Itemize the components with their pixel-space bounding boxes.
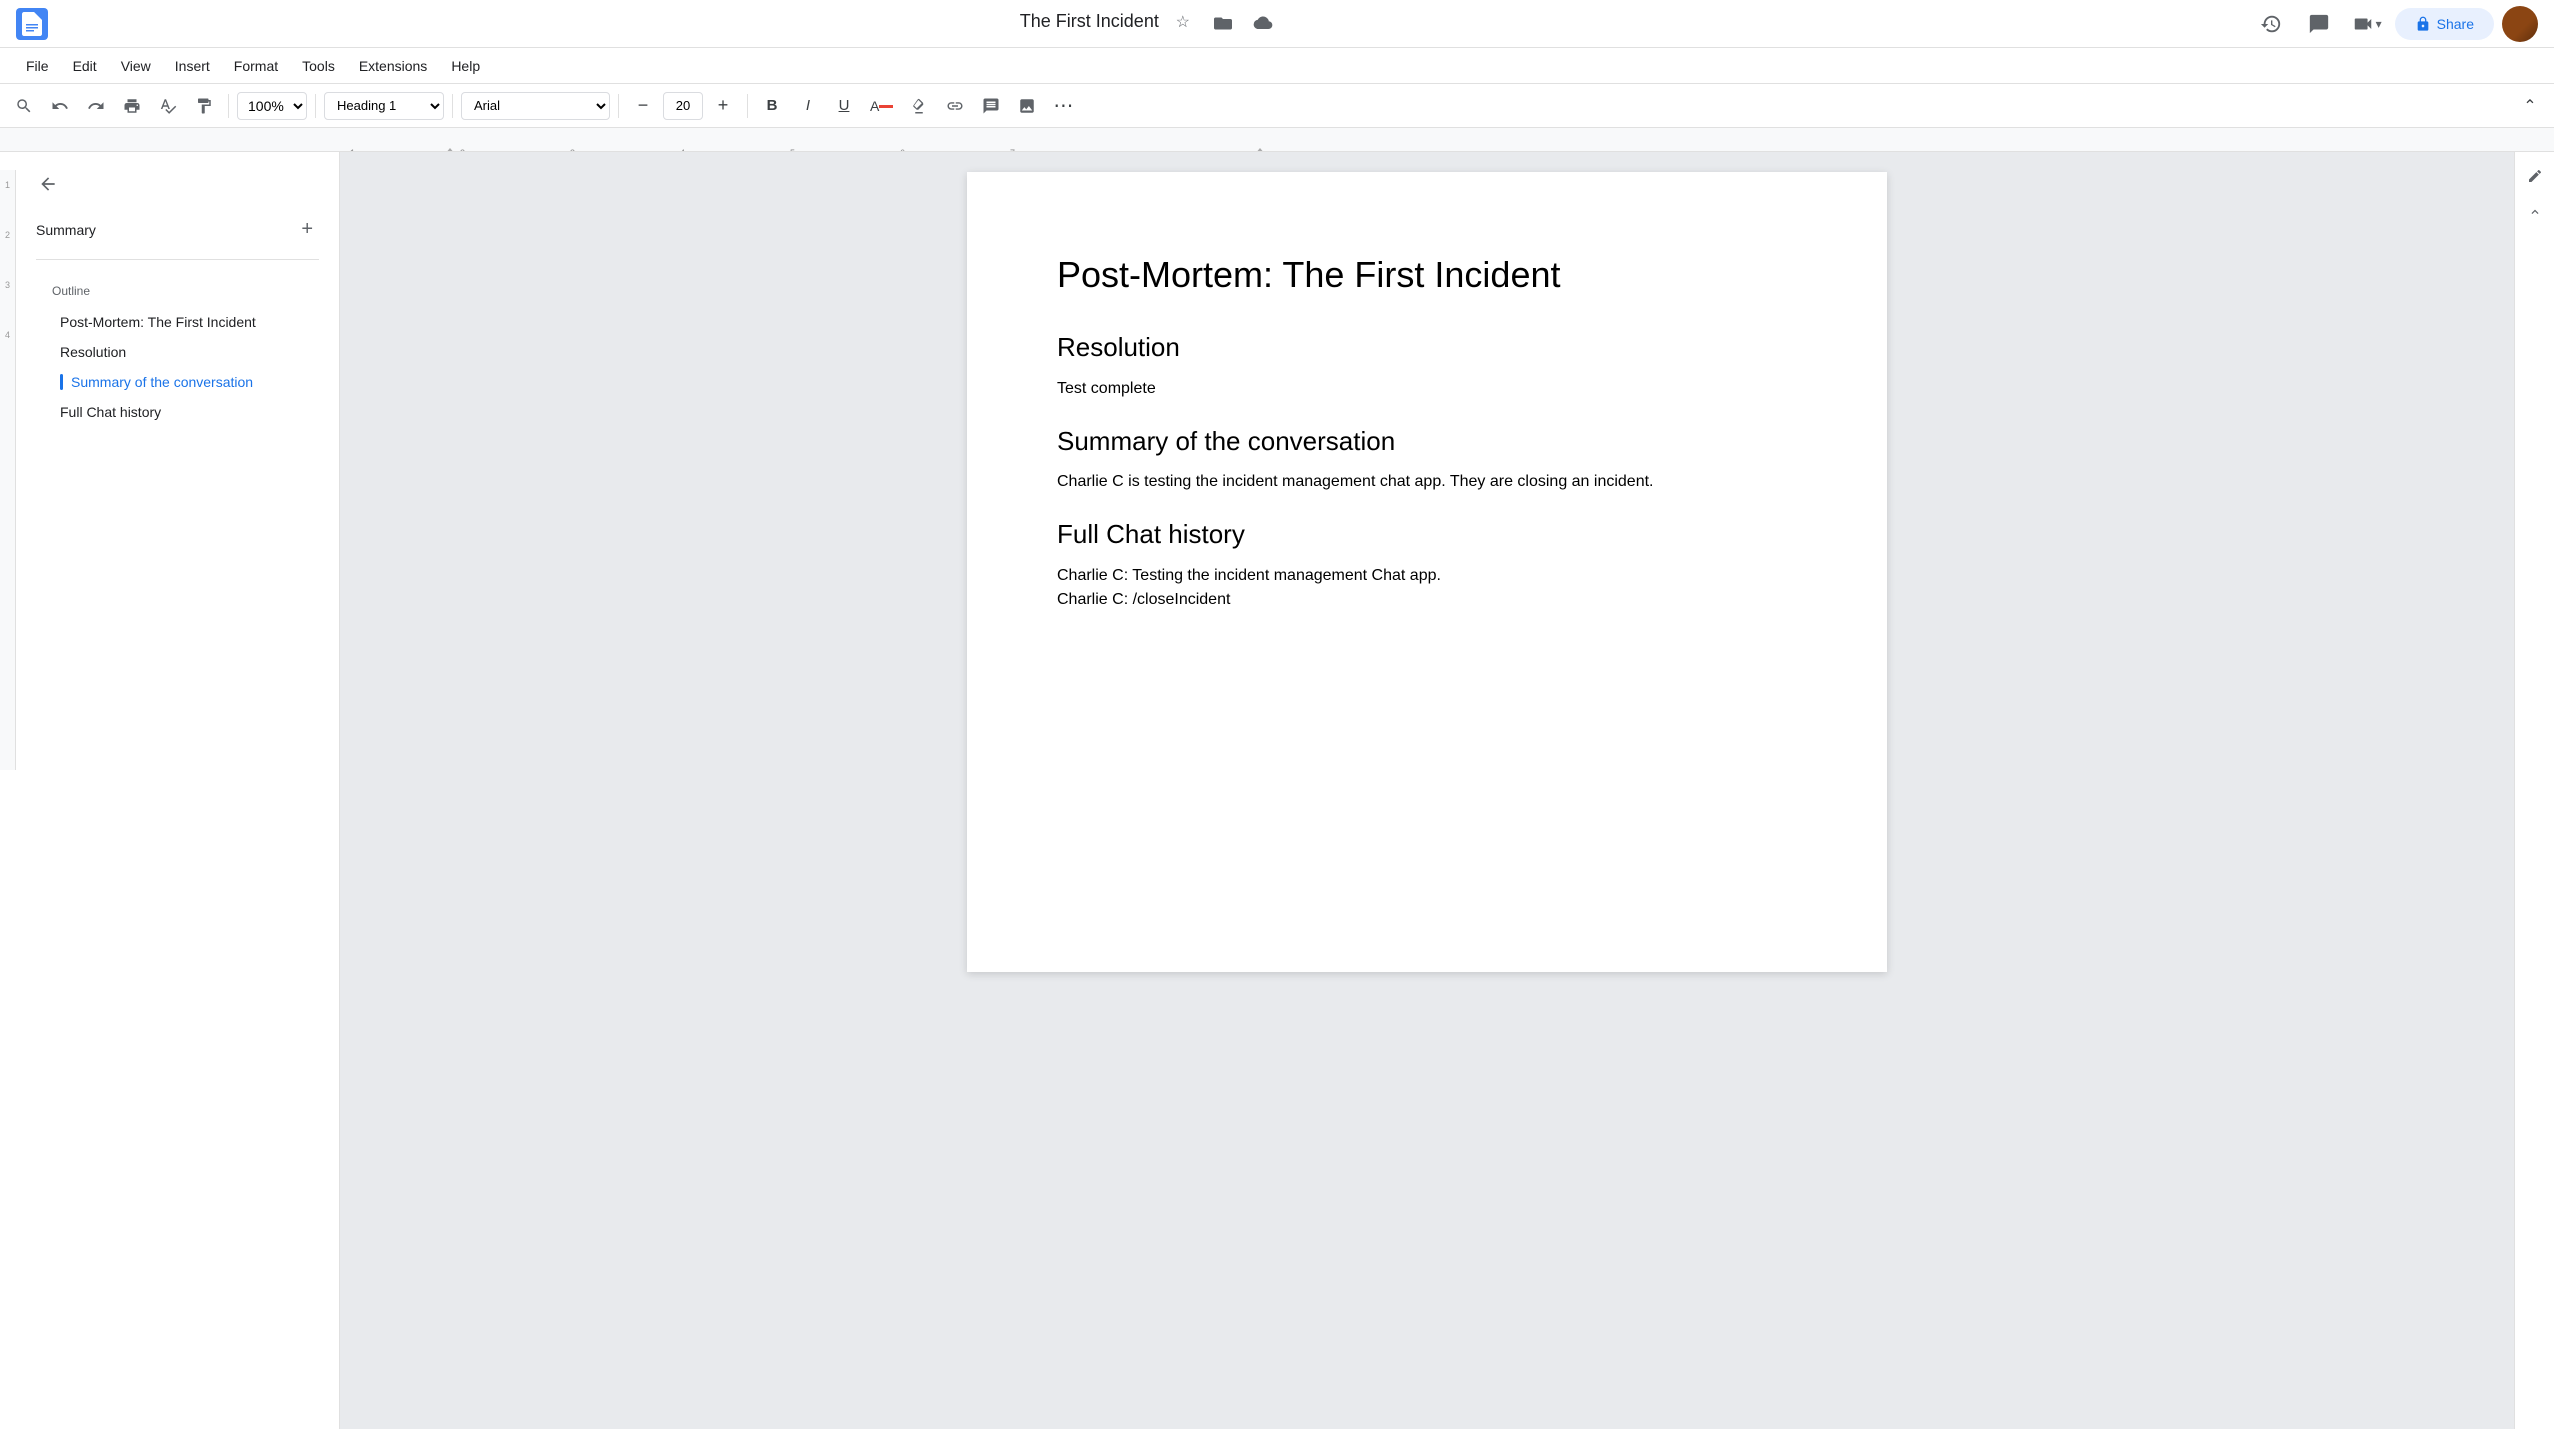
user-avatar[interactable]: [2502, 6, 2538, 42]
menu-edit[interactable]: Edit: [63, 54, 107, 78]
bold-button[interactable]: B: [756, 90, 788, 122]
decrease-font-button[interactable]: −: [627, 90, 659, 122]
doc-title-section: The First Incident ☆: [58, 0, 2241, 48]
menu-help[interactable]: Help: [441, 54, 490, 78]
more-options-button[interactable]: ⋯: [1047, 90, 1081, 122]
outline-section: Outline Post-Mortem: The First Incident …: [16, 268, 339, 436]
share-button[interactable]: Share: [2395, 8, 2494, 40]
main-area: 1 2 3 4 Summary + Outline Post-Mortem: T…: [0, 152, 2554, 1429]
share-label: Share: [2437, 16, 2474, 32]
spellcheck-button[interactable]: [152, 90, 184, 122]
fullchat-heading[interactable]: Full Chat history: [1057, 518, 1797, 552]
comment-toolbar-button[interactable]: [975, 90, 1007, 122]
pen-mode-button[interactable]: [2519, 160, 2551, 192]
left-ruler: 1 2 3 4: [0, 170, 16, 770]
back-button[interactable]: [32, 168, 64, 200]
outline-item-fullchat[interactable]: Full Chat history: [40, 398, 315, 426]
style-select[interactable]: Heading 1 Normal text Heading 2 Heading …: [324, 92, 444, 120]
fullchat-body[interactable]: Charlie C: Testing the incident manageme…: [1057, 564, 1797, 612]
toolbar-sep-1: [228, 94, 229, 118]
folder-button[interactable]: [1207, 6, 1239, 38]
outline-item-resolution[interactable]: Resolution: [40, 338, 315, 366]
outline-item-title[interactable]: Post-Mortem: The First Incident: [40, 308, 315, 336]
zoom-select[interactable]: 100% 75% 125% 150%: [237, 92, 307, 120]
paint-format-button[interactable]: [188, 90, 220, 122]
section-fullchat: Full Chat history Charlie C: Testing the…: [1057, 518, 1797, 612]
toolbar-sep-2: [315, 94, 316, 118]
toolbar-sep-5: [747, 94, 748, 118]
italic-button[interactable]: I: [792, 90, 824, 122]
title-bar: The First Incident ☆ ▾ Share: [0, 0, 2554, 48]
comment-button[interactable]: [2299, 4, 2339, 44]
sidebar: 1 2 3 4 Summary + Outline Post-Mortem: T…: [0, 152, 340, 1429]
toolbar-sep-4: [618, 94, 619, 118]
undo-button[interactable]: [44, 90, 76, 122]
svg-text:3: 3: [570, 148, 575, 153]
resolution-heading[interactable]: Resolution: [1057, 331, 1797, 365]
fullchat-line-2: Charlie C: /closeIncident: [1057, 588, 1797, 612]
menu-tools[interactable]: Tools: [292, 54, 345, 78]
svg-text:7: 7: [1010, 148, 1015, 153]
menu-bar: File Edit View Insert Format Tools Exten…: [0, 48, 2554, 84]
doc-area[interactable]: Post-Mortem: The First Incident Resoluti…: [340, 152, 2514, 1429]
sidebar-back-section: [16, 152, 339, 208]
section-resolution: Resolution Test complete: [1057, 331, 1797, 401]
active-indicator: [60, 374, 63, 390]
search-toolbar-button[interactable]: [8, 90, 40, 122]
link-button[interactable]: [939, 90, 971, 122]
highlight-button[interactable]: [903, 90, 935, 122]
sidebar-divider: [36, 259, 319, 260]
video-button[interactable]: ▾: [2347, 4, 2387, 44]
title-right-actions: ▾ Share: [2251, 4, 2538, 44]
menu-view[interactable]: View: [111, 54, 161, 78]
menu-file[interactable]: File: [16, 54, 59, 78]
collapse-right-button[interactable]: [2519, 196, 2551, 228]
underline-button[interactable]: U: [828, 90, 860, 122]
google-docs-icon: [16, 8, 48, 40]
toolbar-sep-3: [452, 94, 453, 118]
video-chevron: ▾: [2376, 17, 2382, 31]
sidebar-content: Summary + Outline Post-Mortem: The First…: [16, 152, 339, 436]
menu-extensions[interactable]: Extensions: [349, 54, 437, 78]
toolbar: 100% 75% 125% 150% Heading 1 Normal text…: [0, 84, 2554, 128]
image-button[interactable]: [1011, 90, 1043, 122]
document-title[interactable]: Post-Mortem: The First Incident: [1057, 252, 1797, 299]
svg-text:5: 5: [790, 148, 795, 153]
history-button[interactable]: [2251, 4, 2291, 44]
svg-text:6: 6: [900, 148, 905, 153]
font-select[interactable]: Arial Times New Roman Courier New: [461, 92, 610, 120]
add-summary-button[interactable]: +: [295, 216, 319, 243]
print-button[interactable]: [116, 90, 148, 122]
summary-section-header: Summary +: [16, 208, 339, 251]
fullchat-line-1: Charlie C: Testing the incident manageme…: [1057, 564, 1797, 588]
outline-item-summary[interactable]: Summary of the conversation: [40, 368, 315, 396]
increase-font-button[interactable]: +: [707, 90, 739, 122]
svg-text:2: 2: [460, 148, 465, 153]
document-page[interactable]: Post-Mortem: The First Incident Resoluti…: [967, 172, 1887, 972]
svg-text:4: 4: [680, 148, 685, 153]
right-panel: [2514, 152, 2554, 1429]
text-color-button[interactable]: A: [864, 90, 899, 122]
cloud-save-button[interactable]: [1247, 6, 1279, 38]
doc-title: The First Incident: [1020, 11, 1159, 32]
ruler: 1 2 3 4 5 6 7: [0, 128, 2554, 152]
summary-label: Summary: [36, 222, 96, 238]
resolution-body[interactable]: Test complete: [1057, 377, 1797, 401]
redo-button[interactable]: [80, 90, 112, 122]
outline-heading: Outline: [32, 276, 323, 306]
menu-insert[interactable]: Insert: [165, 54, 220, 78]
star-button[interactable]: ☆: [1167, 6, 1199, 38]
section-summary: Summary of the conversation Charlie C is…: [1057, 425, 1797, 495]
svg-text:1: 1: [350, 148, 355, 153]
font-size-input[interactable]: [663, 92, 703, 120]
menu-format[interactable]: Format: [224, 54, 288, 78]
collapse-toolbar-button[interactable]: ⌃: [2514, 90, 2546, 122]
summary-heading[interactable]: Summary of the conversation: [1057, 425, 1797, 459]
summary-body[interactable]: Charlie C is testing the incident manage…: [1057, 470, 1797, 494]
